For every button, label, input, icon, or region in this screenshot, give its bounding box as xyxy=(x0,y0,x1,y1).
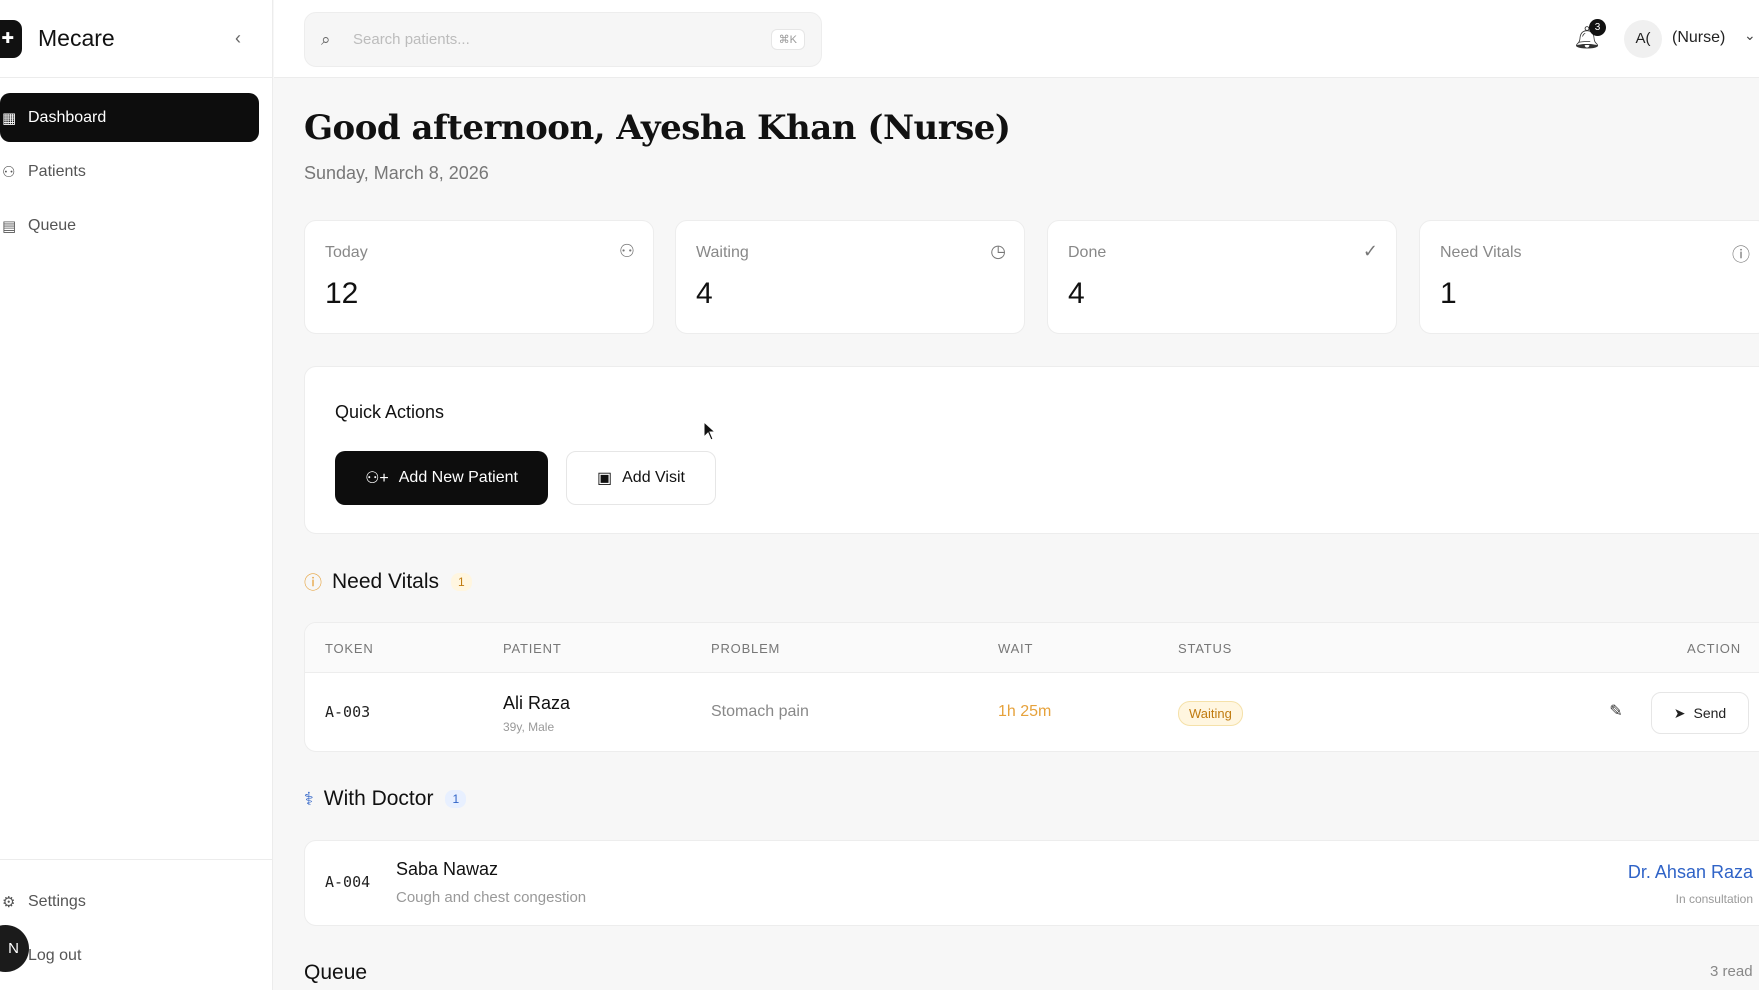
dashboard-icon: ▦ xyxy=(2,109,17,127)
sidebar-item-label: Log out xyxy=(28,946,82,964)
add-visit-label: Add Visit xyxy=(622,469,685,486)
sidebar-item-queue[interactable]: ▤ Queue xyxy=(0,201,259,250)
app-logo-icon: ✚ xyxy=(0,20,22,58)
column-header-token: TOKEN xyxy=(325,641,374,656)
column-header-patient: PATIENT xyxy=(503,641,562,656)
column-header-status: STATUS xyxy=(1178,641,1233,656)
search-input[interactable] xyxy=(353,31,771,48)
sidebar-item-label: Settings xyxy=(28,892,86,910)
token-cell: A-004 xyxy=(325,873,371,891)
sidebar-item-label: Dashboard xyxy=(28,108,107,126)
collapse-sidebar-button[interactable]: ‹ xyxy=(228,26,248,50)
edit-icon[interactable]: ✎ xyxy=(1603,699,1629,725)
table-header: TOKEN PATIENT PROBLEM WAIT STATUS ACTION xyxy=(305,623,1759,673)
topbar: ⌕ ⌘K 🔔︎ 3 A( (Nurse) ⌄ xyxy=(274,0,1759,78)
patient-meta: 39y, Male xyxy=(503,720,555,734)
app-name: Mecare xyxy=(38,25,115,51)
need-vitals-table: TOKEN PATIENT PROBLEM WAIT STATUS ACTION… xyxy=(304,622,1759,752)
problem-cell: Stomach pain xyxy=(711,703,809,720)
mouse-cursor-icon xyxy=(703,421,717,441)
chevron-down-icon[interactable]: ⌄ xyxy=(1744,27,1756,44)
gear-icon: ⚙ xyxy=(2,893,16,911)
problem-text: Cough and chest congestion xyxy=(396,889,587,906)
stat-value: 1 xyxy=(1440,277,1457,310)
stat-value: 4 xyxy=(696,277,713,310)
clipboard-icon: ▤ xyxy=(2,217,17,235)
stat-value: 12 xyxy=(325,277,359,310)
with-doctor-title: With Doctor xyxy=(323,787,434,810)
stat-label: Need Vitals xyxy=(1440,244,1522,261)
stat-label: Today xyxy=(325,244,368,261)
need-vitals-title: Need Vitals xyxy=(332,570,440,593)
check-circle-icon: ✓ xyxy=(1362,241,1378,261)
token-cell: A-003 xyxy=(325,703,371,721)
column-header-wait: WAIT xyxy=(998,641,1034,656)
shortcut-hint: ⌘K xyxy=(770,29,805,50)
stat-card-done: Done 4 ✓ xyxy=(1047,220,1397,334)
doctor-status: In consultation xyxy=(1675,892,1753,906)
quick-actions-title: Quick Actions xyxy=(335,402,445,422)
sidebar-item-dashboard[interactable]: ▦ Dashboard xyxy=(0,93,259,142)
stat-card-waiting: Waiting 4 ◷ xyxy=(675,220,1025,334)
need-vitals-header: ⓘ Need Vitals 1 xyxy=(304,569,472,595)
send-icon: ➤ xyxy=(1673,704,1686,721)
user-plus-icon: ⚇+ xyxy=(365,470,389,487)
sidebar-item-logout[interactable]: Log out xyxy=(0,931,259,980)
sidebar-item-patients[interactable]: ⚇ Patients xyxy=(0,147,259,196)
calendar-icon: ▣ xyxy=(597,470,613,487)
with-doctor-header: ⚕ With Doctor 1 xyxy=(304,787,467,811)
stat-value: 4 xyxy=(1068,277,1085,310)
with-doctor-card: A-004 Saba Nawaz Cough and chest congest… xyxy=(304,840,1759,926)
page-title: Good afternoon, Ayesha Khan (Nurse) xyxy=(304,108,1011,148)
wait-cell: 1h 25m xyxy=(998,703,1052,720)
stat-card-today: Today 12 ⚇ xyxy=(304,220,654,334)
doctor-name-link[interactable]: Dr. Ahsan Raza xyxy=(1628,862,1753,883)
add-new-patient-label: Add New Patient xyxy=(398,469,518,486)
need-vitals-count-badge: 1 xyxy=(451,573,472,591)
clock-icon: ◷ xyxy=(990,241,1006,261)
search-bar[interactable]: ⌕ ⌘K xyxy=(304,12,822,67)
user-avatar[interactable]: A( xyxy=(1624,20,1662,58)
quick-actions-card: Quick Actions ⚇+ Add New Patient ▣ Add V… xyxy=(304,366,1759,534)
queue-ready-count: 3 read xyxy=(1710,963,1753,980)
queue-title: Queue xyxy=(304,961,368,984)
page-date: Sunday, March 8, 2026 xyxy=(304,163,489,183)
alert-circle-icon: ⓘ xyxy=(304,573,322,593)
patient-name[interactable]: Saba Nawaz xyxy=(396,859,498,880)
sidebar: ✚ Mecare ‹ ▦ Dashboard ⚇ Patients ▤ Queu… xyxy=(0,0,273,990)
users-icon: ⚇ xyxy=(618,241,635,261)
brand: ✚ Mecare ‹ xyxy=(0,0,273,78)
add-new-patient-button[interactable]: ⚇+ Add New Patient xyxy=(335,451,548,505)
with-doctor-count-badge: 1 xyxy=(445,790,467,808)
column-header-problem: PROBLEM xyxy=(711,641,781,656)
column-header-action: ACTION xyxy=(1687,641,1741,656)
user-role[interactable]: (Nurse) xyxy=(1672,29,1725,47)
send-button[interactable]: ➤ Send xyxy=(1651,692,1749,734)
stat-card-need-vitals: Need Vitals 1 ⓘ xyxy=(1419,220,1759,334)
info-icon: ⓘ xyxy=(1732,245,1750,265)
patient-name[interactable]: Ali Raza xyxy=(503,693,570,714)
notification-count-badge: 3 xyxy=(1589,19,1606,36)
sidebar-item-label: Queue xyxy=(28,216,77,234)
search-icon: ⌕ xyxy=(321,29,331,49)
sidebar-item-settings[interactable]: ⚙ Settings xyxy=(0,877,259,926)
stethoscope-icon: ⚕ xyxy=(304,788,314,809)
stat-label: Done xyxy=(1068,244,1107,261)
stat-label: Waiting xyxy=(696,244,749,261)
users-icon: ⚇ xyxy=(2,163,16,181)
send-label: Send xyxy=(1693,705,1727,721)
sidebar-item-label: Patients xyxy=(28,162,86,180)
add-visit-button[interactable]: ▣ Add Visit xyxy=(566,451,716,505)
status-badge: Waiting xyxy=(1178,701,1243,726)
